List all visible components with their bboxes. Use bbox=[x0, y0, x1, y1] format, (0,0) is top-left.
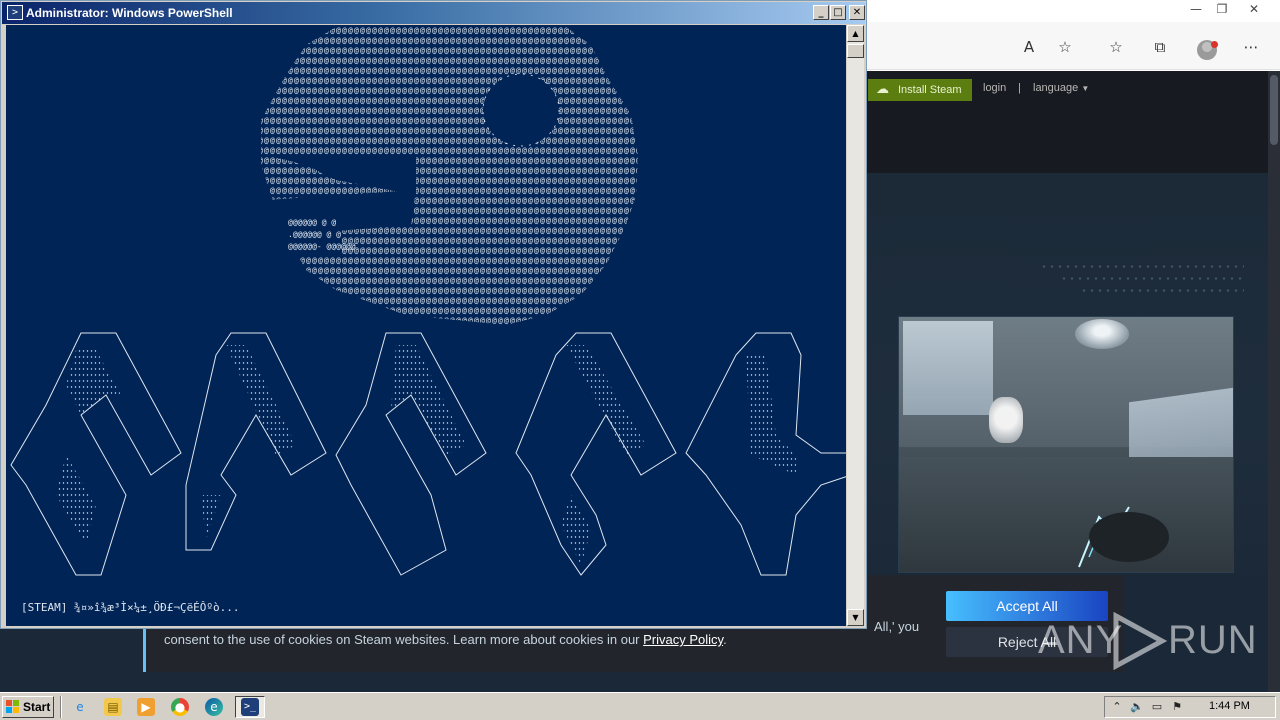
svg-text:@@@@@@- @@@@@@: @@@@@@- @@@@@@ bbox=[288, 242, 356, 251]
install-steam-button[interactable]: ☁ Install Steam bbox=[868, 79, 972, 101]
chrome-icon[interactable]: ● bbox=[171, 698, 189, 716]
read-aloud-icon[interactable]: A bbox=[1017, 35, 1041, 59]
more-icon[interactable]: ⋯ bbox=[1239, 35, 1263, 59]
svg-text:.@@@@@@ @ @: .@@@@@@ @ @ bbox=[288, 230, 341, 239]
skull-art: @@@@@@ @ @ .@@@@@@ @ @ @@@@@@- @@@@@@ bbox=[261, 27, 638, 325]
action-center-flag-icon[interactable]: ⚑ bbox=[1169, 699, 1185, 715]
media-player-icon[interactable]: ▶ bbox=[137, 698, 155, 716]
system-tray: ⌃ 🔈 ▭ ⚑ 1:44 PM bbox=[1104, 696, 1276, 718]
play-icon bbox=[1113, 612, 1168, 670]
maximize-button[interactable]: □ bbox=[830, 5, 846, 20]
cookie-text-end: . bbox=[723, 632, 727, 647]
minimize-button[interactable]: _ bbox=[813, 5, 829, 20]
console-scrollbar[interactable]: ▲ ▼ bbox=[847, 25, 864, 626]
svg-text:@@@@@@ @ @: @@@@@@ @ @ bbox=[288, 218, 336, 227]
favorites-icon[interactable]: ☆ bbox=[1104, 35, 1128, 59]
powershell-titlebar[interactable]: > Administrator: Windows PowerShell _ □ … bbox=[2, 2, 865, 24]
explorer-icon[interactable]: ▤ bbox=[104, 698, 122, 716]
volume-icon[interactable]: 🔈 bbox=[1129, 699, 1145, 715]
close-button[interactable]: ✕ bbox=[849, 5, 865, 20]
ie-icon[interactable]: e bbox=[71, 698, 89, 716]
cookie-text-line: consent to the use of cookies on Steam w… bbox=[164, 632, 640, 647]
browser-restore-button[interactable]: ❐ bbox=[1209, 0, 1235, 18]
cookie-text-fragment: All,' you bbox=[874, 619, 920, 634]
profile-badge bbox=[1211, 41, 1218, 48]
cookie-text: consent to the use of cookies on Steam w… bbox=[164, 632, 727, 647]
browser-close-button[interactable]: ✕ bbox=[1241, 0, 1267, 18]
clock[interactable]: 1:44 PM bbox=[1209, 700, 1250, 712]
powershell-window: > Administrator: Windows PowerShell _ □ … bbox=[0, 0, 867, 629]
decorative-dots bbox=[1060, 277, 1244, 280]
header-separator: | bbox=[1018, 82, 1021, 94]
browser-minimize-button[interactable]: — bbox=[1183, 0, 1209, 18]
taskbar-separator bbox=[60, 696, 62, 718]
chevron-down-icon: ▼ bbox=[1081, 84, 1090, 93]
scroll-thumb[interactable] bbox=[847, 44, 864, 58]
language-label: language bbox=[1033, 82, 1079, 94]
privacy-policy-link[interactable]: Privacy Policy bbox=[643, 632, 723, 647]
anyrun-watermark: ANY RUN bbox=[1038, 610, 1257, 670]
windows-logo-icon bbox=[6, 700, 19, 713]
page-scrollbar-thumb[interactable] bbox=[1270, 75, 1278, 145]
decorative-dots bbox=[1040, 265, 1244, 268]
watermark-right: RUN bbox=[1168, 618, 1258, 662]
game-scene-lines bbox=[1078, 506, 1169, 568]
game-screenshot bbox=[898, 316, 1234, 573]
show-hidden-icons-icon[interactable]: ⌃ bbox=[1109, 699, 1125, 715]
block-letters-art bbox=[10, 332, 846, 576]
network-icon[interactable]: ▭ bbox=[1149, 699, 1165, 715]
language-dropdown[interactable]: language ▼ bbox=[1033, 82, 1089, 94]
scroll-up-arrow[interactable]: ▲ bbox=[847, 25, 864, 42]
powershell-icon: >_ bbox=[241, 698, 259, 716]
edge-icon[interactable]: e bbox=[205, 698, 223, 716]
add-favorite-icon[interactable]: ☆ bbox=[1053, 35, 1077, 59]
powershell-icon: > bbox=[7, 5, 23, 20]
scroll-down-arrow[interactable]: ▼ bbox=[847, 609, 864, 626]
install-steam-label: Install Steam bbox=[898, 84, 962, 96]
start-label: Start bbox=[23, 700, 51, 714]
collections-icon[interactable]: ⧉ bbox=[1148, 35, 1172, 59]
block-letters-fill bbox=[56, 345, 796, 565]
window-title: Administrator: Windows PowerShell bbox=[26, 6, 233, 20]
ascii-art: @ @@@@@@ @ @ .@@@@@@ @ @ @ bbox=[10, 27, 846, 576]
login-link[interactable]: login bbox=[983, 82, 1006, 94]
steam-logo-icon: ☁ bbox=[876, 82, 889, 97]
page-scrollbar[interactable] bbox=[1268, 71, 1280, 692]
start-button[interactable]: Start bbox=[2, 696, 54, 718]
taskbar: Start e ▤ ▶ ● e >_ ⌃ 🔈 ▭ ⚑ 1:44 PM bbox=[0, 692, 1280, 720]
powershell-task[interactable]: >_ bbox=[235, 696, 265, 718]
console-area[interactable]: @ @@@@@@ @ @ .@@@@@@ @ @ @ bbox=[6, 25, 846, 626]
decorative-dots bbox=[1080, 289, 1244, 292]
console-output-line: [STEAM] ¾¤»î¾æ³Ì×¼±¸ÖÐ£¬ÇëÉÔºò... bbox=[21, 601, 240, 614]
